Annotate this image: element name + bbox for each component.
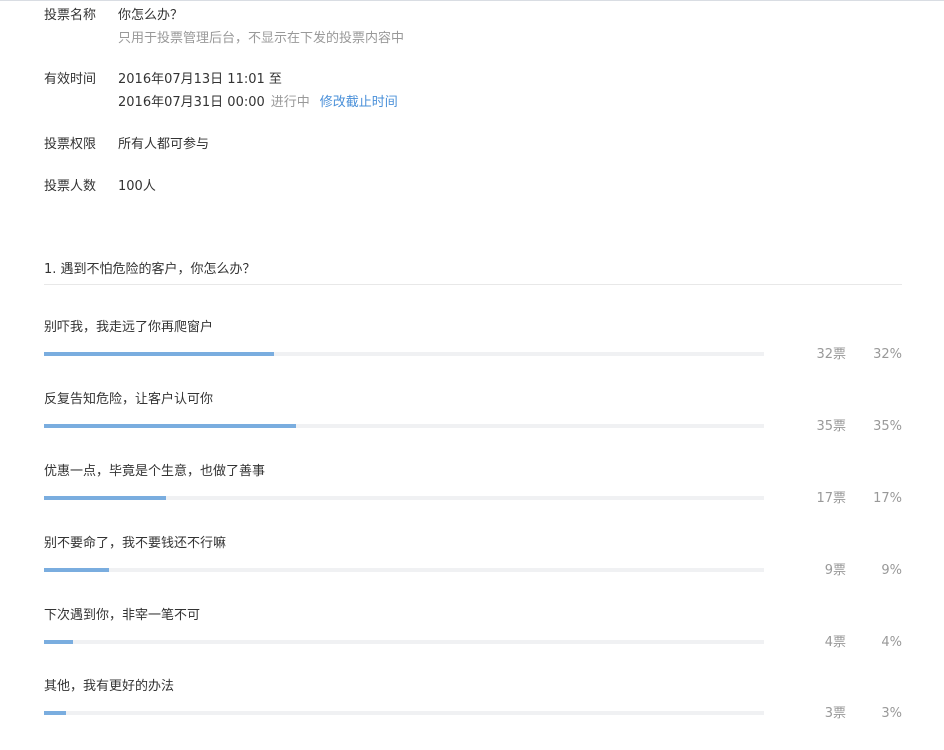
option-percent: 32% bbox=[873, 347, 902, 362]
option-item: 别吓我，我走远了你再爬窗户 32票 32% bbox=[44, 318, 902, 378]
option-label: 下次遇到你，非宰一笔不可 bbox=[44, 608, 201, 623]
valid-time-label: 有效时间 bbox=[44, 72, 97, 87]
edit-deadline-link[interactable]: 修改截止时间 bbox=[320, 95, 398, 110]
option-votes: 9票 bbox=[824, 563, 846, 578]
option-bar-track bbox=[44, 568, 764, 572]
option-percent: 35% bbox=[873, 419, 902, 434]
option-bar-track bbox=[44, 711, 764, 715]
option-votes: 17票 bbox=[816, 491, 846, 506]
option-label: 其他，我有更好的办法 bbox=[44, 679, 175, 694]
option-item: 其他，我有更好的办法 3票 3% bbox=[44, 677, 902, 737]
vote-name-value: 你怎么办？ bbox=[118, 8, 184, 23]
option-percent: 4% bbox=[881, 635, 902, 650]
vote-name-hint: 只用于投票管理后台，不显示在下发的投票内容中 bbox=[118, 31, 405, 46]
option-bar-fill bbox=[44, 568, 109, 572]
valid-time-end-group: 2016年07月31日 00:00 进行中 修改截止时间 bbox=[118, 92, 398, 114]
option-bar-fill bbox=[44, 711, 66, 715]
option-item: 下次遇到你，非宰一笔不可 4票 4% bbox=[44, 606, 902, 666]
option-item: 反复告知危险，让客户认可你 35票 35% bbox=[44, 390, 902, 450]
option-votes: 35票 bbox=[816, 419, 846, 434]
status-badge: 进行中 bbox=[270, 95, 310, 110]
option-votes: 4票 bbox=[824, 635, 846, 650]
option-bar-fill bbox=[44, 496, 167, 500]
vote-name-label: 投票名称 bbox=[44, 8, 97, 23]
question-divider bbox=[44, 284, 902, 285]
option-label: 别吓我，我走远了你再爬窗户 bbox=[44, 320, 214, 335]
option-label: 反复告知危险，让客户认可你 bbox=[44, 392, 214, 407]
option-bar-track bbox=[44, 424, 764, 428]
valid-time-end: 2016年07月31日 00:00 bbox=[118, 95, 265, 110]
option-bar-track bbox=[44, 496, 764, 500]
option-label: 优惠一点，毕竟是个生意，也做了善事 bbox=[44, 464, 266, 479]
vote-count-label: 投票人数 bbox=[44, 179, 97, 194]
option-label: 别不要命了，我不要钱还不行嘛 bbox=[44, 536, 227, 551]
top-border bbox=[0, 0, 944, 1]
option-percent: 17% bbox=[873, 491, 902, 506]
option-item: 别不要命了，我不要钱还不行嘛 9票 9% bbox=[44, 534, 902, 594]
option-percent: 3% bbox=[881, 706, 902, 721]
permission-value: 所有人都可参与 bbox=[118, 137, 210, 152]
valid-time-start: 2016年07月13日 11:01 至 bbox=[118, 72, 282, 87]
option-votes: 3票 bbox=[824, 706, 846, 721]
option-bar-fill bbox=[44, 424, 296, 428]
question-title: 1. 遇到不怕危险的客户，你怎么办？ bbox=[44, 262, 256, 277]
option-percent: 9% bbox=[881, 563, 902, 578]
option-item: 优惠一点，毕竟是个生意，也做了善事 17票 17% bbox=[44, 462, 902, 522]
vote-count-value: 100人 bbox=[118, 179, 156, 194]
permission-label: 投票权限 bbox=[44, 137, 97, 152]
option-bar-fill bbox=[44, 352, 275, 356]
option-votes: 32票 bbox=[816, 347, 846, 362]
option-bar-fill bbox=[44, 640, 73, 644]
option-bar-track bbox=[44, 352, 764, 356]
option-bar-track bbox=[44, 640, 764, 644]
